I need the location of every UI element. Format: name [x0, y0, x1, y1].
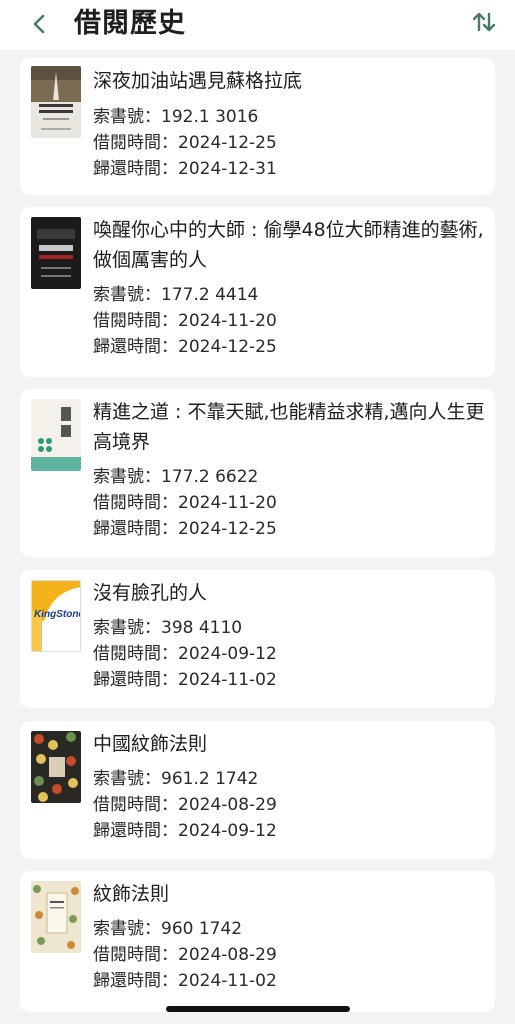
borrow-date-label: 借閱時間：: [93, 795, 178, 815]
call-number-value: 398 4110: [161, 618, 243, 638]
page-title: 借閱歷史: [74, 8, 186, 39]
book-title: 精進之道 : 不靠天賦,也能精益求精,邁向人生更高境界: [93, 401, 485, 453]
book-title: 中國紋飾法則: [93, 733, 208, 755]
call-number-value: 177.2 4414: [161, 285, 259, 305]
borrow-date-label: 借閱時間：: [93, 311, 178, 331]
borrow-date-value: 2024-11-20: [178, 493, 277, 513]
book-card[interactable]: 紋飾法則 索書號：960 1742 借閱時間：2024-08-29 歸還時間：2…: [20, 871, 495, 1012]
return-date-label: 歸還時間：: [93, 821, 178, 841]
call-number-value: 961.2 1742: [161, 769, 259, 789]
borrow-date-value: 2024-11-20: [178, 311, 277, 331]
book-card[interactable]: KingStone 沒有臉孔的人 索書號：398 4110 借閱時間：2024-…: [20, 570, 495, 708]
return-date-row: 歸還時間：2024-11-02: [93, 667, 485, 693]
book-cover: [31, 731, 81, 803]
book-cover: [31, 217, 81, 289]
app-header: 借閱歷史: [0, 0, 515, 50]
book-card[interactable]: 喚醒你心中的大師 : 偷學48位大師精進的藝術,做個厲害的人 索書號：177.2…: [20, 207, 495, 377]
borrow-date-label: 借閱時間：: [93, 945, 178, 965]
borrow-date-value: 2024-08-29: [178, 945, 277, 965]
book-card[interactable]: 精進之道 : 不靠天賦,也能精益求精,邁向人生更高境界 索書號：177.2 66…: [20, 389, 495, 557]
return-date-row: 歸還時間：2024-12-25: [93, 334, 485, 360]
call-number-value: 960 1742: [161, 919, 243, 939]
call-number-value: 177.2 6622: [161, 467, 259, 487]
sort-button[interactable]: [468, 6, 500, 38]
chevron-left-icon: [33, 14, 45, 34]
home-indicator[interactable]: [166, 1006, 350, 1012]
return-date-row: 歸還時間：2024-09-12: [93, 818, 485, 844]
call-number-label: 索書號：: [93, 618, 161, 638]
book-cover: [31, 881, 81, 953]
borrow-date-row: 借閱時間：2024-11-20: [93, 308, 485, 334]
call-number-label: 索書號：: [93, 919, 161, 939]
borrow-date-value: 2024-09-12: [178, 644, 277, 664]
borrow-date-label: 借閱時間：: [93, 644, 178, 664]
book-title: 紋飾法則: [93, 883, 170, 905]
return-date-value: 2024-11-02: [178, 971, 277, 991]
return-date-label: 歸還時間：: [93, 159, 178, 179]
back-button[interactable]: [26, 10, 54, 38]
return-date-value: 2024-12-25: [178, 337, 277, 357]
book-title: 沒有臉孔的人: [93, 582, 208, 604]
call-number-row: 索書號：177.2 6622: [93, 464, 485, 490]
return-date-label: 歸還時間：: [93, 337, 178, 357]
borrow-date-row: 借閱時間：2024-12-25: [93, 130, 485, 156]
borrow-date-row: 借閱時間：2024-09-12: [93, 641, 485, 667]
call-number-label: 索書號：: [93, 107, 161, 127]
book-cover: [31, 66, 81, 138]
return-date-row: 歸還時間：2024-12-31: [93, 156, 485, 182]
call-number-label: 索書號：: [93, 285, 161, 305]
book-card[interactable]: 深夜加油站遇見蘇格拉底 索書號：192.1 3016 借閱時間：2024-12-…: [20, 58, 495, 195]
call-number-row: 索書號：961.2 1742: [93, 766, 485, 792]
sort-arrows-icon: [472, 12, 496, 32]
call-number-row: 索書號：398 4110: [93, 615, 485, 641]
call-number-label: 索書號：: [93, 769, 161, 789]
book-title: 深夜加油站遇見蘇格拉底: [93, 70, 303, 92]
return-date-label: 歸還時間：: [93, 519, 178, 539]
book-cover: KingStone: [31, 580, 81, 652]
return-date-row: 歸還時間：2024-12-25: [93, 516, 485, 542]
call-number-row: 索書號：192.1 3016: [93, 104, 485, 130]
borrow-date-row: 借閱時間：2024-08-29: [93, 942, 485, 968]
return-date-value: 2024-09-12: [178, 821, 277, 841]
borrow-date-row: 借閱時間：2024-08-29: [93, 792, 485, 818]
return-date-value: 2024-11-02: [178, 670, 277, 690]
return-date-value: 2024-12-31: [178, 159, 277, 179]
book-card[interactable]: 中國紋飾法則 索書號：961.2 1742 借閱時間：2024-08-29 歸還…: [20, 721, 495, 859]
borrow-date-value: 2024-12-25: [178, 133, 277, 153]
cover-brand-text: KingStone: [34, 609, 81, 620]
return-date-label: 歸還時間：: [93, 971, 178, 991]
borrow-date-label: 借閱時間：: [93, 133, 178, 153]
borrow-date-row: 借閱時間：2024-11-20: [93, 490, 485, 516]
call-number-row: 索書號：960 1742: [93, 916, 485, 942]
call-number-label: 索書號：: [93, 467, 161, 487]
call-number-row: 索書號：177.2 4414: [93, 282, 485, 308]
book-title: 喚醒你心中的大師 : 偷學48位大師精進的藝術,做個厲害的人: [93, 219, 484, 271]
book-cover: [31, 399, 81, 471]
borrow-date-label: 借閱時間：: [93, 493, 178, 513]
return-date-value: 2024-12-25: [178, 519, 277, 539]
borrow-date-value: 2024-08-29: [178, 795, 277, 815]
return-date-label: 歸還時間：: [93, 670, 178, 690]
return-date-row: 歸還時間：2024-11-02: [93, 968, 485, 994]
call-number-value: 192.1 3016: [161, 107, 259, 127]
